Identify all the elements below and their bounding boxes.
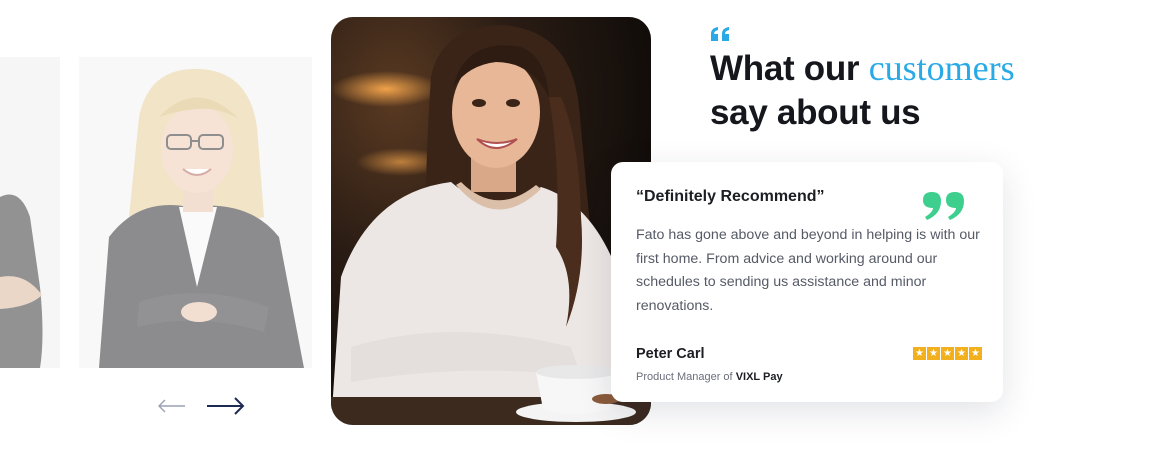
- arrow-right-icon: [207, 397, 245, 415]
- star-icon: ★: [969, 347, 982, 360]
- star-icon: ★: [913, 347, 926, 360]
- quote-icon: [711, 27, 729, 41]
- next-testimonial-button[interactable]: [203, 392, 247, 420]
- role-prefix: Product Manager of: [636, 371, 733, 383]
- person-photo-image: [331, 17, 651, 425]
- star-icon: ★: [955, 347, 968, 360]
- previous-testimonial-button[interactable]: [150, 392, 194, 420]
- closing-quote-icon: [923, 192, 964, 220]
- person-photo-image: [79, 57, 312, 368]
- testimonial-section: What our customers say about us “Definit…: [0, 0, 1151, 475]
- testimonial-body: Fato has gone above and beyond in helpin…: [636, 227, 980, 314]
- star-icon: ★: [927, 347, 940, 360]
- testimonial-card: “Definitely Recommend” Fato has gone abo…: [611, 162, 1003, 402]
- arrow-left-icon: [158, 399, 185, 413]
- heading-accent-word: customers: [868, 48, 1015, 88]
- testimonial-role: Product Manager of VIXL Pay: [636, 371, 783, 383]
- section-heading: What our customers say about us: [710, 46, 1015, 135]
- testimonial-title: “Definitely Recommend”: [636, 188, 825, 205]
- heading-line2: say about us: [710, 93, 921, 132]
- company-name: VIXL Pay: [735, 371, 783, 383]
- testimonial-photo-main[interactable]: [331, 17, 651, 425]
- person-photo-image: [0, 57, 60, 368]
- testimonial-author: Peter Carl: [636, 346, 705, 362]
- heading-line1-prefix: What our: [710, 49, 860, 88]
- star-icon: ★: [941, 347, 954, 360]
- testimonial-photo-far-left[interactable]: [0, 57, 60, 368]
- testimonial-photo-blonde-woman[interactable]: [79, 57, 312, 368]
- star-rating: ★ ★ ★ ★ ★: [913, 347, 982, 360]
